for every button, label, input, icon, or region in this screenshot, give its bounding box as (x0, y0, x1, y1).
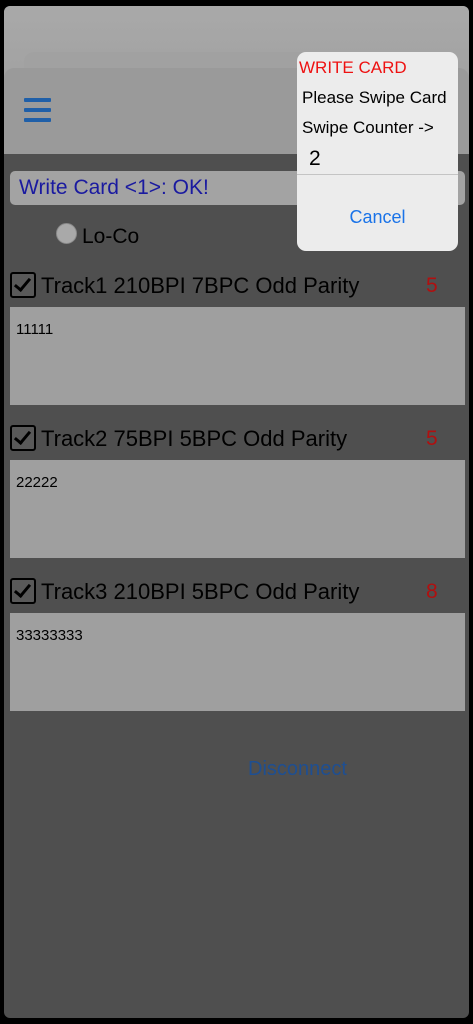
track3-label: Track3 210BPI 5BPC Odd Parity (41, 579, 360, 604)
track2-label: Track2 75BPI 5BPC Odd Parity (41, 426, 348, 451)
lo-co-radio[interactable] (56, 223, 77, 244)
track2-count: 5 (426, 427, 438, 450)
cancel-button[interactable]: Cancel (297, 207, 458, 228)
hamburger-menu-icon[interactable] (24, 98, 51, 124)
track3-data-field[interactable]: 33333333 (10, 613, 465, 711)
status-message: Write Card <1>: OK! (19, 176, 209, 199)
track1-data-field[interactable]: 11111 (10, 307, 465, 405)
dialog-title: WRITE CARD (299, 58, 407, 77)
track1-count: 5 (426, 274, 438, 297)
app-screen: Write Card <1>: OK! Lo-Co Track1 210BPI … (4, 6, 469, 1018)
track2-value: 22222 (16, 474, 58, 491)
swipe-counter-value: 2 (309, 147, 321, 170)
track2-data-field[interactable]: 22222 (10, 460, 465, 558)
swipe-counter-label: Swipe Counter -> (302, 118, 434, 137)
track3-count: 8 (426, 580, 438, 603)
track3-checkbox-icon[interactable] (10, 578, 36, 604)
disconnect-button[interactable]: Disconnect (248, 758, 347, 781)
dialog-message: Please Swipe Card (302, 88, 447, 107)
track1-checkbox-icon[interactable] (10, 272, 36, 298)
track2-checkbox-icon[interactable] (10, 425, 36, 451)
track1-value: 11111 (16, 321, 54, 338)
dialog-divider (297, 174, 458, 175)
track1-label: Track1 210BPI 7BPC Odd Parity (41, 273, 360, 298)
track3-value: 33333333 (16, 627, 83, 644)
lo-co-label: Lo-Co (82, 225, 140, 248)
write-card-dialog: WRITE CARD Please Swipe Card Swipe Count… (297, 52, 458, 251)
